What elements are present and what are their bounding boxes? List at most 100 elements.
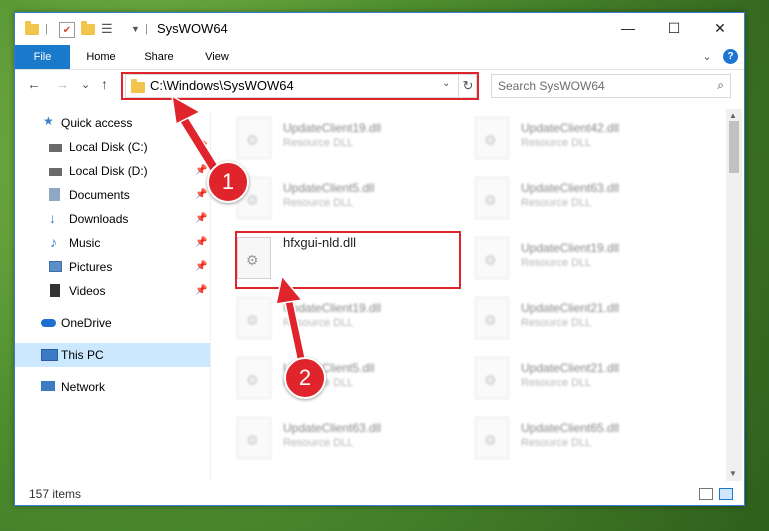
file-type: Resource DLL xyxy=(521,317,592,329)
customize-icon[interactable]: ☰ xyxy=(101,20,113,38)
dll-file-icon xyxy=(475,117,509,159)
recent-locations-button[interactable]: ⌄ xyxy=(81,78,90,91)
new-folder-icon[interactable] xyxy=(81,20,95,38)
sidebar-item-network[interactable]: Network xyxy=(15,375,210,399)
file-item[interactable]: UpdateClient21.dll Resource DLL xyxy=(473,353,693,405)
file-item[interactable]: UpdateClient42.dll Resource DLL xyxy=(473,113,693,165)
sidebar-item-label: Quick access xyxy=(61,116,133,130)
file-name: UpdateClient42.dll xyxy=(521,121,620,135)
sidebar-item-local-disk-d[interactable]: Local Disk (D:) 📌 xyxy=(15,159,210,183)
file-item[interactable]: UpdateClient63.dll Resource DLL xyxy=(473,173,693,225)
file-name: UpdateClient21.dll xyxy=(521,301,620,315)
file-name: UpdateClient5.dll xyxy=(283,181,375,195)
pin-icon: 📌 xyxy=(195,285,208,296)
file-item[interactable]: UpdateClient65.dll Resource DLL xyxy=(473,413,693,465)
sidebar-item-pictures[interactable]: Pictures 📌 xyxy=(15,255,210,279)
navigation-pane: ★ Quick access Local Disk (C:) 📌 Local D… xyxy=(15,111,211,481)
separator: | xyxy=(45,23,48,35)
address-bar-highlight xyxy=(121,72,479,100)
tab-file[interactable]: File xyxy=(15,45,70,69)
file-type: Resource DLL xyxy=(521,197,592,209)
file-name: UpdateClient19.dll xyxy=(521,241,620,255)
search-icon[interactable]: ⌕ xyxy=(717,78,724,93)
sidebar-item-label: OneDrive xyxy=(61,316,112,330)
search-box[interactable]: Search SysWOW64 ⌕ xyxy=(491,74,731,98)
status-bar: 157 items xyxy=(15,483,744,505)
back-button[interactable]: ← xyxy=(27,76,41,92)
dll-file-icon xyxy=(475,297,509,339)
file-item[interactable]: UpdateClient21.dll Resource DLL xyxy=(473,293,693,345)
sidebar-item-label: Downloads xyxy=(69,212,129,226)
sidebar-item-label: Pictures xyxy=(69,260,113,274)
quick-access-dropdown-icon[interactable]: ▼ xyxy=(131,20,140,38)
scroll-down-icon[interactable]: ▼ xyxy=(729,469,737,478)
file-item[interactable]: UpdateClient5.dll Resource DLL xyxy=(235,353,455,405)
file-item[interactable]: UpdateClient19.dll Resource DLL xyxy=(235,113,455,165)
ribbon-expand-icon[interactable]: ⌄ xyxy=(699,45,715,69)
close-button[interactable]: ✕ xyxy=(697,13,743,43)
scrollbar-thumb[interactable] xyxy=(729,121,739,173)
window-title: SysWOW64 xyxy=(157,21,228,36)
tab-view[interactable]: View xyxy=(195,45,239,69)
tab-home[interactable]: Home xyxy=(79,45,123,69)
sidebar-item-label: Videos xyxy=(69,284,106,298)
file-name: UpdateClient63.dll xyxy=(521,181,620,195)
title-bar: | ✔ ☰ ▼ | SysWOW64 — ☐ ✕ xyxy=(15,13,744,45)
drive-icon xyxy=(49,144,62,152)
sidebar-item-quick-access[interactable]: ★ Quick access xyxy=(15,111,210,135)
file-type: Resource DLL xyxy=(521,377,592,389)
step-1-badge: 1 xyxy=(207,161,249,203)
dll-file-icon xyxy=(237,117,271,159)
details-view-icon[interactable] xyxy=(699,488,713,500)
file-item[interactable]: UpdateClient19.dll Resource DLL xyxy=(473,233,693,285)
network-icon xyxy=(41,381,55,391)
pin-icon: 📌 xyxy=(195,261,208,272)
step-2-badge: 2 xyxy=(284,357,326,399)
pin-icon: 📌 xyxy=(195,213,208,224)
sidebar-item-videos[interactable]: Videos 📌 xyxy=(15,279,210,303)
vertical-scrollbar[interactable]: ▲ ▼ xyxy=(726,109,742,481)
sidebar-item-label: Local Disk (D:) xyxy=(69,164,148,178)
pictures-icon xyxy=(49,261,62,272)
file-type: Resource DLL xyxy=(283,437,354,449)
sidebar-item-onedrive[interactable]: OneDrive xyxy=(15,311,210,335)
file-item[interactable]: UpdateClient63.dll Resource DLL xyxy=(235,413,455,465)
search-input[interactable]: Search SysWOW64 xyxy=(498,79,605,93)
pin-icon: 📌 xyxy=(195,165,208,176)
documents-icon xyxy=(49,188,60,201)
file-name: UpdateClient65.dll xyxy=(521,421,620,435)
help-icon[interactable]: ? xyxy=(723,49,738,64)
file-list: UpdateClient19.dll Resource DLL UpdateCl… xyxy=(219,109,725,481)
sidebar-item-local-disk-c[interactable]: Local Disk (C:) 📌 xyxy=(15,135,210,159)
minimize-button[interactable]: — xyxy=(605,13,651,43)
sidebar-item-label: This PC xyxy=(61,348,104,362)
dll-file-icon xyxy=(475,177,509,219)
sidebar-item-downloads[interactable]: ↓ Downloads 📌 xyxy=(15,207,210,231)
scroll-up-icon[interactable]: ▲ xyxy=(729,111,737,120)
forward-button[interactable]: → xyxy=(55,76,69,92)
sidebar-item-music[interactable]: ♪ Music 📌 xyxy=(15,231,210,255)
dll-file-icon xyxy=(475,417,509,459)
large-icons-view-icon[interactable] xyxy=(719,488,733,500)
maximize-button[interactable]: ☐ xyxy=(651,13,697,43)
file-type: Resource DLL xyxy=(283,317,354,329)
properties-icon[interactable]: ✔ xyxy=(59,22,75,38)
this-pc-icon xyxy=(41,349,58,361)
sidebar-item-label: Local Disk (C:) xyxy=(69,140,148,154)
file-item[interactable]: UpdateClient5.dll Resource DLL xyxy=(235,173,455,225)
dll-file-icon xyxy=(237,417,271,459)
up-button[interactable]: ↑ xyxy=(101,76,108,92)
file-name: UpdateClient63.dll xyxy=(283,421,382,435)
file-name: UpdateClient19.dll xyxy=(283,121,382,135)
item-count: 157 items xyxy=(29,487,82,501)
file-type: Resource DLL xyxy=(521,437,592,449)
sidebar-item-label: Network xyxy=(61,380,106,394)
file-type: Resource DLL xyxy=(521,137,592,149)
file-item[interactable]: UpdateClient19.dll Resource DLL xyxy=(235,293,455,345)
videos-icon xyxy=(50,284,60,297)
dll-file-icon xyxy=(475,237,509,279)
tab-share[interactable]: Share xyxy=(137,45,181,69)
sidebar-item-documents[interactable]: Documents 📌 xyxy=(15,183,210,207)
sidebar-item-this-pc[interactable]: This PC xyxy=(15,343,210,367)
dll-file-icon xyxy=(237,357,271,399)
